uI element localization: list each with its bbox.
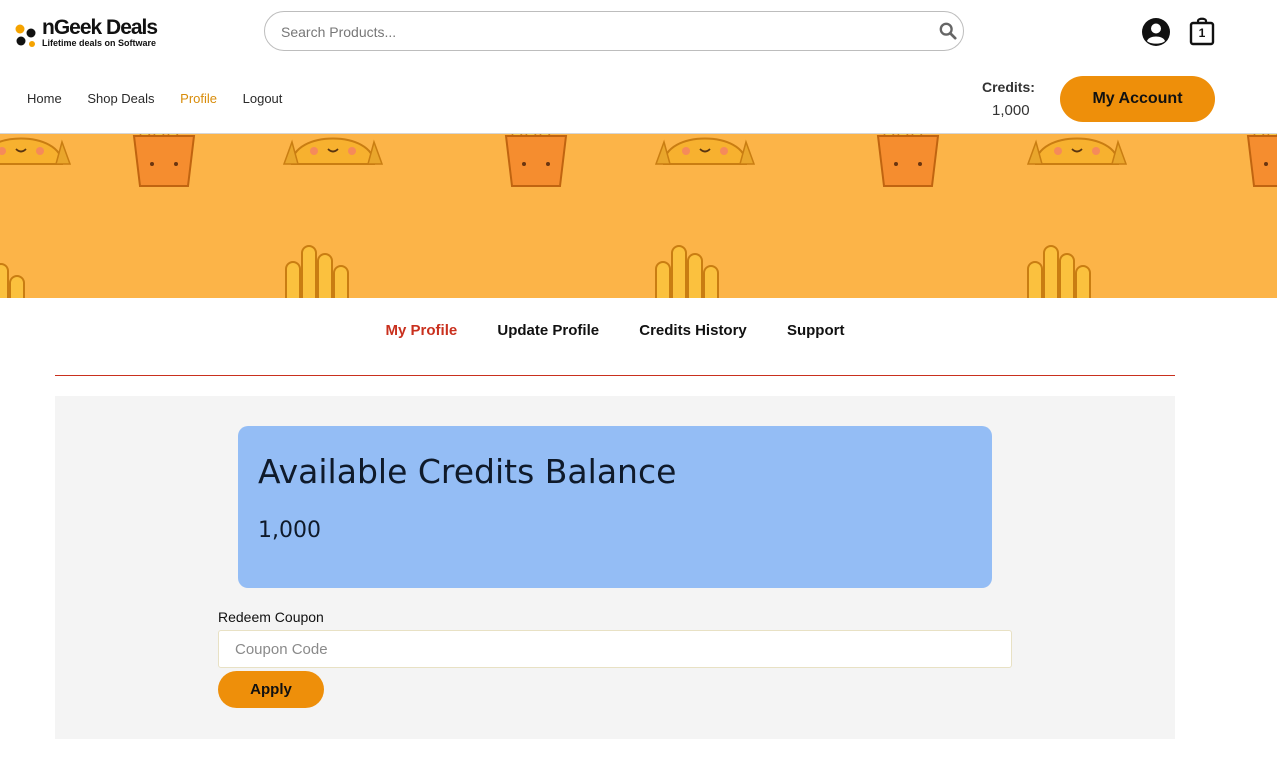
redeem-coupon-label: Redeem Coupon <box>218 609 324 625</box>
balance-value: 1,000 <box>258 518 321 543</box>
tab-credits-history[interactable]: Credits History <box>639 322 747 339</box>
tab-support[interactable]: Support <box>787 322 845 339</box>
profile-content-panel: Available Credits Balance 1,000 Redeem C… <box>55 396 1175 739</box>
nav-home[interactable]: Home <box>27 91 62 106</box>
credits-label: Credits: <box>982 79 1035 95</box>
food-pattern-illustration <box>0 134 1277 298</box>
molecule-dots-icon <box>15 24 36 47</box>
tabs-underline <box>55 375 1175 376</box>
tab-my-profile[interactable]: My Profile <box>386 322 458 339</box>
brand-tagline: Lifetime deals on Software <box>42 38 157 48</box>
profile-tabs: My Profile Update Profile Credits Histor… <box>0 322 1230 339</box>
balance-title: Available Credits Balance <box>258 452 677 491</box>
main-nav: Home Shop Deals Profile Logout <box>27 91 304 106</box>
site-logo[interactable]: nGeek Deals Lifetime deals on Software <box>14 16 174 50</box>
cart-count-badge: 1 <box>1198 26 1206 40</box>
user-account-icon[interactable] <box>1142 18 1170 46</box>
profile-banner <box>0 134 1277 298</box>
search-icon[interactable] <box>939 22 957 40</box>
search-bar <box>264 11 964 51</box>
nav-shop-deals[interactable]: Shop Deals <box>87 91 154 106</box>
search-input[interactable] <box>279 20 923 44</box>
cart-button[interactable]: 1 <box>1189 16 1215 46</box>
credits-balance-card: Available Credits Balance 1,000 <box>238 426 992 588</box>
tab-update-profile[interactable]: Update Profile <box>497 322 599 339</box>
nav-profile[interactable]: Profile <box>180 91 217 106</box>
coupon-code-input[interactable] <box>218 630 1012 668</box>
credits-value: 1,000 <box>992 102 1030 119</box>
my-account-button[interactable]: My Account <box>1060 76 1215 122</box>
brand-name: nGeek Deals <box>42 16 158 39</box>
apply-button[interactable]: Apply <box>218 671 324 708</box>
nav-logout[interactable]: Logout <box>243 91 283 106</box>
